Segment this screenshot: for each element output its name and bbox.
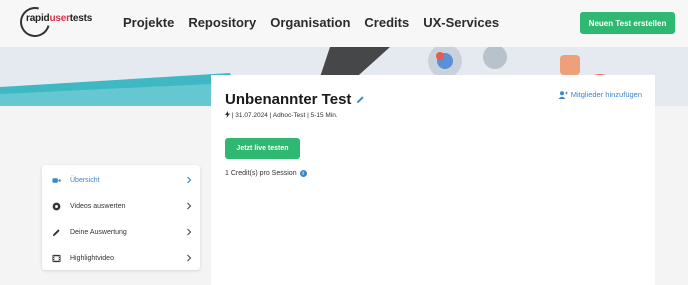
new-test-button[interactable]: Neuen Test erstellen <box>580 12 675 34</box>
nav-projekte[interactable]: Projekte <box>123 15 174 30</box>
bolt-icon <box>225 111 230 118</box>
film-icon <box>52 254 61 262</box>
record-icon <box>52 202 61 210</box>
logo-text: rapidusertests <box>26 13 93 24</box>
sidebar-item-auswertung[interactable]: Deine Auswertung <box>42 219 200 245</box>
chevron-right-icon <box>187 254 192 262</box>
chevron-right-icon <box>187 228 192 236</box>
edit-title-icon[interactable] <box>356 95 365 104</box>
nav-ux-services[interactable]: UX-Services <box>423 15 499 30</box>
sidebar-item-uebersicht[interactable]: Übersicht <box>42 167 200 193</box>
go-live-button[interactable]: Jetzt live testen <box>225 138 300 159</box>
test-meta-text: | 31.07.2024 | Adhoc-Test | 5-15 Min. <box>231 112 338 119</box>
nav-credits[interactable]: Credits <box>364 15 409 30</box>
test-sidebar: Übersicht Videos auswerten Deine Auswert… <box>42 165 200 270</box>
chevron-right-icon <box>187 202 192 210</box>
sidebar-item-label: Deine Auswertung <box>70 228 127 236</box>
title-row: Unbenannter Test <box>225 91 365 108</box>
test-meta: | 31.07.2024 | Adhoc-Test | 5-15 Min. <box>225 111 338 119</box>
test-title: Unbenannter Test <box>225 91 352 108</box>
sidebar-item-label: Videos auswerten <box>70 202 126 210</box>
nav-repository[interactable]: Repository <box>188 15 256 30</box>
sidebar-item-label: Übersicht <box>70 176 100 184</box>
credits-text: 1 Credit(s) pro Session <box>225 170 297 177</box>
chevron-right-icon <box>187 176 192 184</box>
credits-info: 1 Credit(s) pro Session i <box>225 170 307 177</box>
nav-organisation[interactable]: Organisation <box>270 15 350 30</box>
add-user-icon <box>558 90 568 99</box>
sidebar-item-videos[interactable]: Videos auswerten <box>42 193 200 219</box>
pencil-icon <box>52 228 60 236</box>
test-card: Unbenannter Test | 31.07.2024 | Adhoc-Te… <box>211 75 655 285</box>
info-icon[interactable]: i <box>299 170 307 177</box>
add-members-label: Mitglieder hinzufügen <box>570 90 642 99</box>
sidebar-item-label: Highlightvideo <box>70 254 114 262</box>
main-nav: Projekte Repository Organisation Credits… <box>123 15 499 30</box>
video-camera-icon <box>52 177 61 183</box>
add-members-link[interactable]: Mitglieder hinzufügen <box>558 90 642 99</box>
logo[interactable]: rapidusertests <box>14 1 102 43</box>
top-header: rapidusertests Projekte Repository Organ… <box>0 0 688 47</box>
sidebar-item-highlightvideo[interactable]: Highlightvideo <box>42 245 200 271</box>
